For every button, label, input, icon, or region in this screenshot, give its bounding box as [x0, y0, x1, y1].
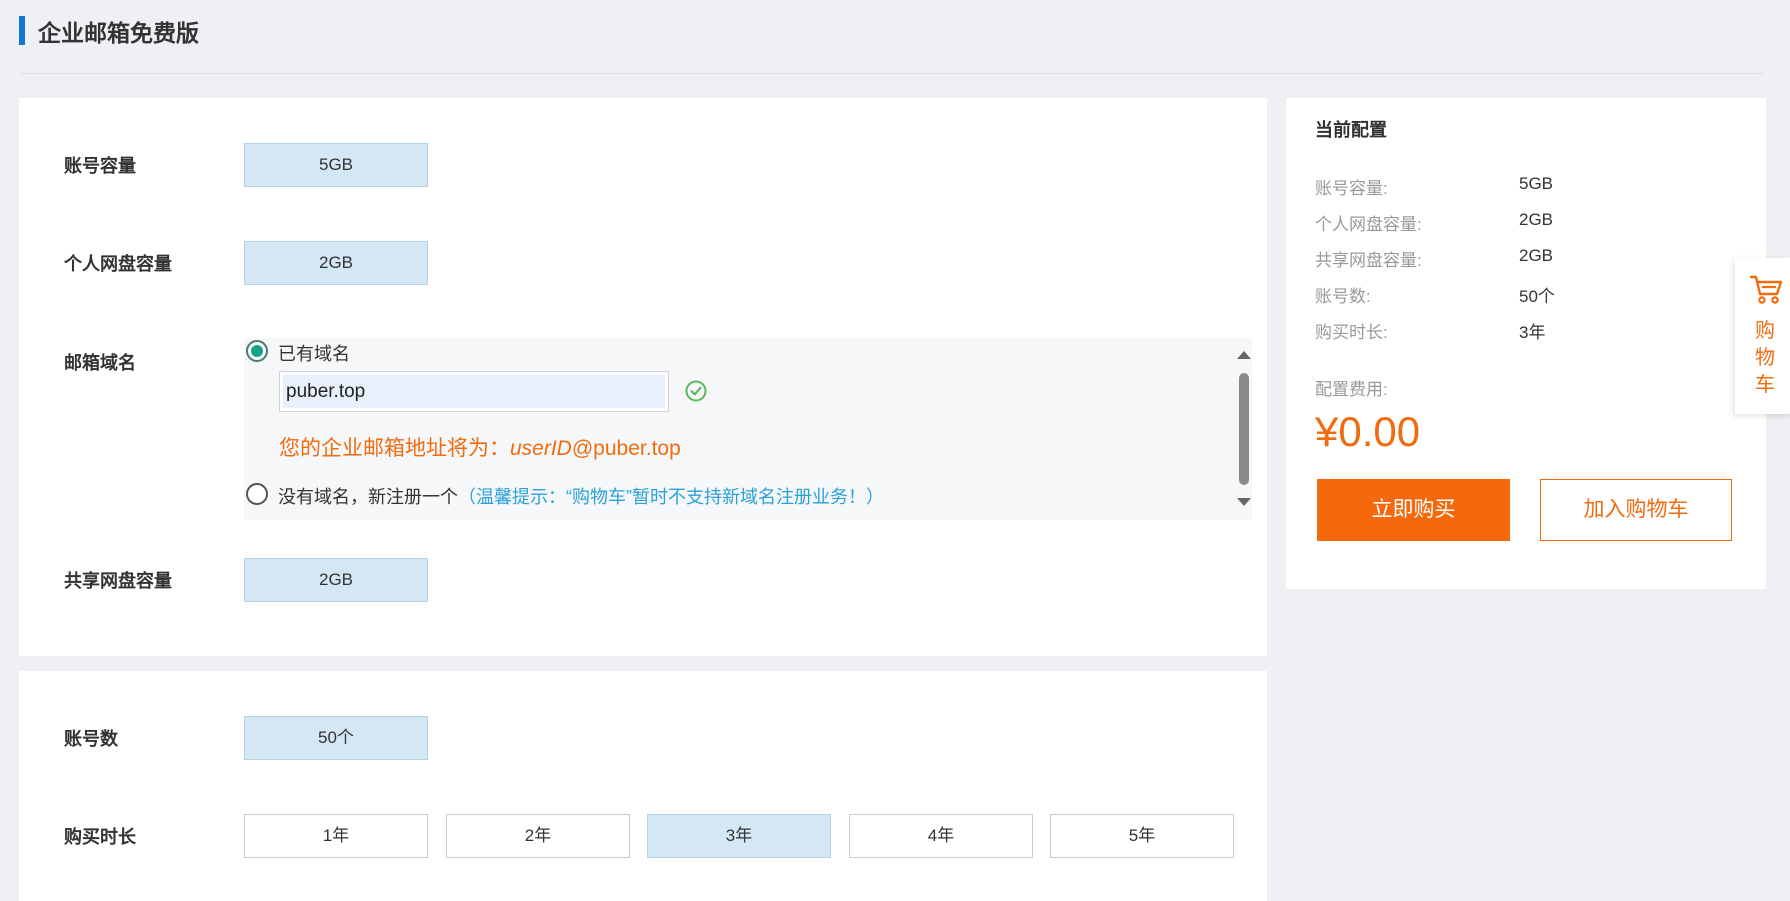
has-domain-label: 已有域名: [278, 344, 350, 364]
duration-option-1y[interactable]: 1年: [244, 814, 428, 858]
has-domain-radio[interactable]: [246, 340, 268, 362]
domain-scrollbar[interactable]: [1234, 338, 1252, 520]
summary-row-value: 2GB: [1519, 210, 1554, 229]
mail-domain-label: 邮箱域名: [64, 353, 136, 373]
summary-row-value: 2GB: [1519, 246, 1554, 265]
summary-panel: 当前配置 账号容量: 5GB 个人网盘容量: 2GB 共享网盘容量: 2GB 账…: [1286, 98, 1766, 589]
no-domain-radio[interactable]: [246, 483, 268, 505]
quantity-panel: 账号数 50个 购买时长 1年 2年 3年 4年 5年: [19, 671, 1267, 901]
summary-row-value: 3年: [1519, 323, 1546, 342]
account-capacity-option-5gb[interactable]: 5GB: [244, 143, 428, 187]
shared-disk-label: 共享网盘容量: [64, 571, 172, 591]
duration-option-5y[interactable]: 5年: [1050, 814, 1234, 858]
scroll-thumb[interactable]: [1239, 373, 1249, 485]
check-circle-icon: [685, 380, 707, 402]
buy-now-button[interactable]: 立即购买: [1317, 479, 1510, 541]
personal-disk-option-2gb[interactable]: 2GB: [244, 241, 428, 285]
scroll-down-arrow-icon[interactable]: [1237, 498, 1251, 506]
duration-option-4y[interactable]: 4年: [849, 814, 1033, 858]
price: ¥0.00: [1315, 408, 1421, 455]
account-capacity-label: 账号容量: [64, 156, 136, 176]
add-to-cart-button[interactable]: 加入购物车: [1540, 479, 1732, 541]
summary-title: 当前配置: [1315, 120, 1387, 140]
summary-row-value: 50个: [1519, 287, 1555, 306]
config-panel: 账号容量 5GB 个人网盘容量 2GB 邮箱域名 已有域名 您的企业邮箱地址将为…: [19, 98, 1267, 656]
duration-label: 购买时长: [64, 827, 136, 847]
address-suffix: @puber.top: [571, 437, 681, 460]
floating-cart-label: 购物车: [1755, 320, 1775, 396]
fee-label: 配置费用:: [1315, 380, 1388, 399]
personal-disk-label: 个人网盘容量: [64, 254, 172, 274]
summary-row-label: 共享网盘容量:: [1315, 251, 1422, 270]
no-domain-label: 没有域名，新注册一个: [278, 487, 458, 507]
summary-row-label: 购买时长:: [1315, 323, 1388, 342]
no-domain-hint: （温馨提示：“购物车”暂时不支持新域名注册业务！）: [458, 487, 884, 507]
address-prefix: 您的企业邮箱地址将为：: [279, 437, 510, 460]
domain-input-wrap: [279, 371, 669, 412]
title-accent-bar: [19, 16, 25, 45]
domain-input[interactable]: [283, 375, 665, 408]
floating-cart[interactable]: 购物车: [1735, 258, 1790, 414]
cart-icon: [1749, 275, 1783, 304]
page-title: 企业邮箱免费版: [38, 20, 199, 46]
shared-disk-option-2gb[interactable]: 2GB: [244, 558, 428, 602]
domain-selector: 已有域名 您的企业邮箱地址将为：userID@puber.top 没有域名，新注…: [244, 338, 1252, 520]
page-header: 企业邮箱免费版: [19, 0, 1765, 74]
no-domain-option: 没有域名，新注册一个（温馨提示：“购物车”暂时不支持新域名注册业务！）: [278, 483, 884, 509]
duration-option-2y[interactable]: 2年: [446, 814, 630, 858]
address-uid: userID: [510, 437, 572, 460]
scroll-up-arrow-icon[interactable]: [1237, 351, 1251, 359]
account-count-label: 账号数: [64, 729, 118, 749]
duration-option-3y[interactable]: 3年: [647, 814, 831, 858]
email-address-preview: 您的企业邮箱地址将为：userID@puber.top: [279, 432, 681, 462]
account-count-option-50[interactable]: 50个: [244, 716, 428, 760]
summary-row-label: 账号容量:: [1315, 179, 1388, 198]
summary-row-value: 5GB: [1519, 174, 1554, 193]
summary-row-label: 账号数:: [1315, 287, 1371, 306]
summary-row-label: 个人网盘容量:: [1315, 215, 1422, 234]
